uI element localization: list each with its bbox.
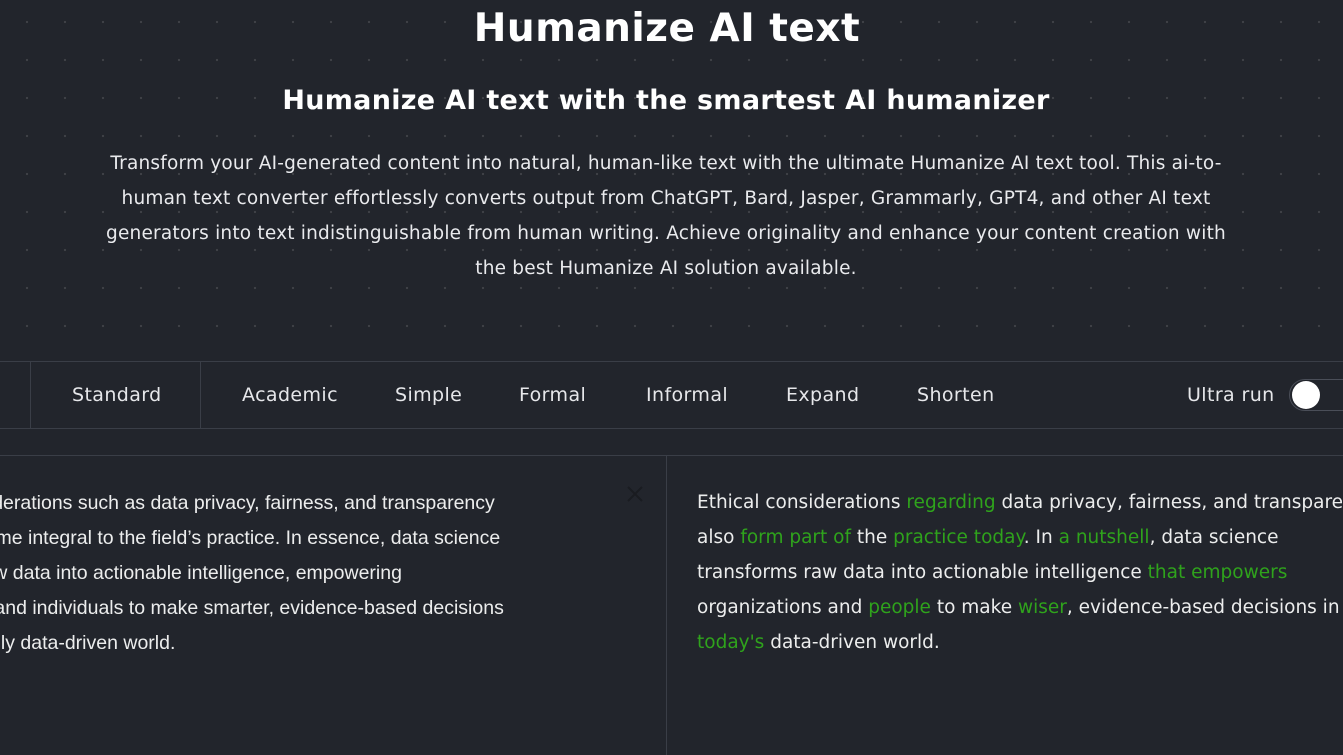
output-segment: Ethical considerations xyxy=(697,492,907,513)
description-line: the best Humanize AI solution available. xyxy=(475,258,857,279)
tab-formal[interactable]: Formal xyxy=(519,362,586,429)
output-segment: transforms raw data into actionable inte… xyxy=(697,562,1148,583)
tab-simple[interactable]: Simple xyxy=(395,362,462,429)
page-description: Transform your AI-generated content into… xyxy=(80,146,1252,286)
ultra-run-toggle[interactable] xyxy=(1289,379,1343,411)
input-line: increasingly data-driven world. xyxy=(0,632,176,654)
input-text-area[interactable]: ical considerations such as data privacy… xyxy=(0,456,666,755)
output-text: Ethical considerations regarding data pr… xyxy=(697,485,1343,660)
output-segment: data-driven world. xyxy=(764,632,940,653)
tab-standard[interactable]: Standard xyxy=(72,362,162,429)
ultra-run-label: Ultra run xyxy=(1187,384,1275,406)
output-segment: , data science xyxy=(1149,527,1279,548)
input-line: sforms raw data into actionable intellig… xyxy=(0,562,402,584)
humanize-ai-page: Humanize AI text Humanize AI text with t… xyxy=(0,0,1343,755)
clear-input-button[interactable] xyxy=(624,483,646,505)
changed-phrase[interactable]: regarding xyxy=(906,492,995,513)
input-line: ical considerations such as data privacy… xyxy=(0,492,495,514)
toggle-knob xyxy=(1292,381,1320,409)
output-segment: to make xyxy=(930,597,1018,618)
tab-shorten[interactable]: Shorten xyxy=(917,362,995,429)
changed-phrase[interactable]: wiser xyxy=(1018,597,1067,618)
input-line: also become integral to the field’s prac… xyxy=(0,527,501,549)
description-line: generators into text indistinguishable f… xyxy=(106,223,1226,244)
hero-section: Humanize AI text Humanize AI text with t… xyxy=(0,0,1343,361)
close-icon xyxy=(627,486,643,502)
changed-phrase[interactable]: a nutshell xyxy=(1059,527,1150,548)
tab-expand[interactable]: Expand xyxy=(786,362,859,429)
output-line: also form part of the practice today. In… xyxy=(697,520,1343,555)
changed-phrase[interactable]: today's xyxy=(697,632,764,653)
changed-phrase[interactable]: people xyxy=(868,597,931,618)
mode-divider xyxy=(200,362,201,429)
changed-phrase[interactable]: that empowers xyxy=(1148,562,1288,583)
output-line: organizations and people to make wiser, … xyxy=(697,590,1343,625)
page-title: Humanize AI text xyxy=(473,6,861,51)
description-line: Transform your AI-generated content into… xyxy=(110,153,1222,174)
output-line: Ethical considerations regarding data pr… xyxy=(697,485,1343,520)
output-segment: , evidence-based decisions in xyxy=(1066,597,1340,618)
output-segment: also xyxy=(697,527,741,548)
description-line: human text converter effortlessly conver… xyxy=(121,188,1211,209)
output-segment: the xyxy=(851,527,894,548)
output-text-area: Ethical considerations regarding data pr… xyxy=(667,456,1343,755)
mode-selector-bar: Standard Academic Simple Formal Informal… xyxy=(0,361,1343,429)
input-text: ical considerations such as data privacy… xyxy=(0,486,632,661)
mode-divider xyxy=(30,362,31,429)
tab-informal[interactable]: Informal xyxy=(646,362,728,429)
tab-academic[interactable]: Academic xyxy=(242,362,338,429)
page-subtitle: Humanize AI text with the smartest AI hu… xyxy=(282,85,1050,116)
output-line: today's data-driven world. xyxy=(697,625,1343,660)
output-line: transforms raw data into actionable inte… xyxy=(697,555,1343,590)
output-segment: organizations and xyxy=(697,597,869,618)
changed-phrase[interactable]: form part of xyxy=(740,527,851,548)
input-line: nizations and individuals to make smarte… xyxy=(0,597,504,619)
output-segment: . In xyxy=(1023,527,1059,548)
changed-phrase[interactable]: practice today xyxy=(893,527,1024,548)
output-segment: data privacy, fairness, and transparency xyxy=(995,492,1343,513)
